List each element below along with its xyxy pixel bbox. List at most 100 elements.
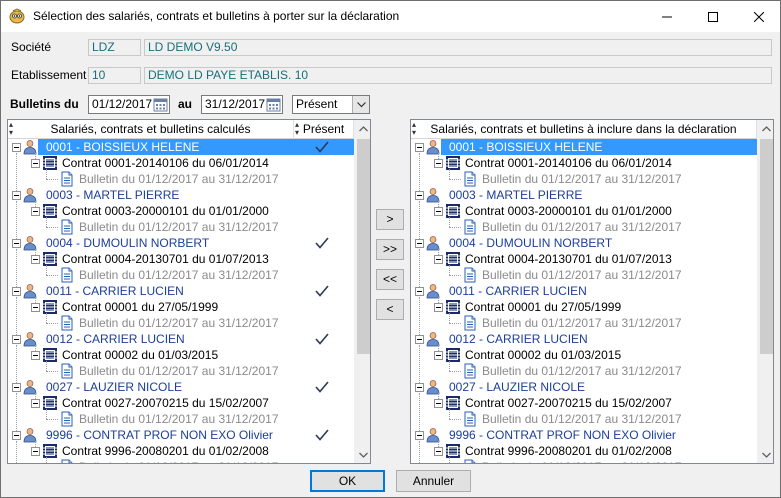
tree-connector bbox=[449, 179, 461, 180]
collapse-toggle[interactable] bbox=[434, 207, 443, 216]
employee-row[interactable]: 0003 - MARTEL PIERRE bbox=[8, 187, 354, 203]
scroll-thumb[interactable] bbox=[760, 139, 773, 354]
collapse-toggle[interactable] bbox=[31, 255, 40, 264]
contract-icon bbox=[42, 443, 58, 459]
contract-row[interactable]: Contrat 0001-20140106 du 06/01/2014 bbox=[8, 155, 354, 171]
etablissement-name-field: DEMO LD PAYE ETABLIS. 10 bbox=[144, 67, 772, 84]
collapse-toggle[interactable] bbox=[12, 239, 21, 248]
collapse-toggle[interactable] bbox=[31, 159, 40, 168]
cancel-button[interactable]: Annuler bbox=[396, 470, 471, 492]
maximize-button[interactable] bbox=[690, 1, 736, 32]
add-selected-button[interactable]: > bbox=[376, 209, 404, 230]
close-button[interactable] bbox=[736, 1, 781, 32]
collapse-toggle[interactable] bbox=[12, 335, 21, 344]
collapse-toggle[interactable] bbox=[434, 255, 443, 264]
date-from-value: 01/12/2017 bbox=[92, 97, 153, 111]
collapse-toggle[interactable] bbox=[31, 351, 40, 360]
date-from-field[interactable]: 01/12/2017 bbox=[88, 95, 170, 114]
employee-row[interactable]: 0003 - MARTEL PIERRE bbox=[411, 187, 757, 203]
contract-row[interactable]: Contrat 00002 du 01/03/2015 bbox=[8, 347, 354, 363]
collapse-toggle[interactable] bbox=[415, 335, 424, 344]
collapse-toggle[interactable] bbox=[434, 399, 443, 408]
filter-select[interactable]: Présent bbox=[292, 95, 370, 114]
sort-arrows-icon: ▴ ▾ bbox=[412, 120, 417, 137]
employee-row[interactable]: 0004 - DUMOULIN NORBERT bbox=[8, 235, 354, 251]
collapse-toggle[interactable] bbox=[415, 191, 424, 200]
contract-icon bbox=[445, 155, 461, 171]
contract-label: Contrat 0004-20130701 du 01/07/2013 bbox=[62, 252, 269, 266]
collapse-toggle[interactable] bbox=[12, 431, 21, 440]
date-to-value: 31/12/2017 bbox=[205, 97, 266, 111]
collapse-toggle[interactable] bbox=[31, 303, 40, 312]
contract-row[interactable]: Contrat 00002 du 01/03/2015 bbox=[411, 347, 757, 363]
scroll-up-icon[interactable] bbox=[355, 120, 370, 137]
collapse-toggle[interactable] bbox=[31, 207, 40, 216]
contract-row[interactable]: Contrat 0003-20000101 du 01/01/2000 bbox=[411, 203, 757, 219]
employee-row[interactable]: 9996 - CONTRAT PROF NON EXO Olivier bbox=[8, 427, 354, 443]
collapse-toggle[interactable] bbox=[434, 159, 443, 168]
calendar-icon[interactable] bbox=[266, 97, 281, 112]
remove-all-button[interactable]: << bbox=[376, 269, 404, 290]
calendar-icon[interactable] bbox=[153, 97, 168, 112]
collapse-toggle[interactable] bbox=[12, 383, 21, 392]
ok-button[interactable]: OK bbox=[310, 470, 385, 492]
add-all-button[interactable]: >> bbox=[376, 239, 404, 260]
employee-row[interactable]: 0011 - CARRIER LUCIEN bbox=[411, 283, 757, 299]
collapse-toggle[interactable] bbox=[415, 143, 424, 152]
contract-row[interactable]: Contrat 0004-20130701 du 01/07/2013 bbox=[8, 251, 354, 267]
tree-connector bbox=[438, 297, 439, 303]
collapse-toggle[interactable] bbox=[12, 143, 21, 152]
contract-row[interactable]: Contrat 0027-20070215 du 15/02/2007 bbox=[411, 395, 757, 411]
employee-row[interactable]: 0027 - LAUZIER NICOLE bbox=[8, 379, 354, 395]
minimize-button[interactable] bbox=[644, 1, 690, 32]
collapse-toggle[interactable] bbox=[415, 383, 424, 392]
column-header-declaration[interactable]: ▴ ▾ Salariés, contrats et bulletins à inc… bbox=[411, 120, 757, 139]
column-header-employees[interactable]: ▴ ▾ Salariés, contrats et bulletins calcu… bbox=[8, 120, 294, 139]
collapse-toggle[interactable] bbox=[434, 351, 443, 360]
contract-row[interactable]: Contrat 00001 du 27/05/1999 bbox=[411, 299, 757, 315]
chevron-down-icon[interactable] bbox=[352, 96, 369, 113]
collapse-toggle[interactable] bbox=[12, 191, 21, 200]
collapse-toggle[interactable] bbox=[31, 447, 40, 456]
remove-selected-button[interactable]: < bbox=[376, 299, 404, 320]
tree-connector bbox=[438, 441, 439, 447]
employee-row[interactable]: 0001 - BOISSIEUX HELENE bbox=[38, 139, 354, 155]
contract-row[interactable]: Contrat 9996-20080201 du 01/02/2008 bbox=[411, 443, 757, 459]
contract-row[interactable]: Contrat 0027-20070215 du 15/02/2007 bbox=[8, 395, 354, 411]
employee-row[interactable]: 0011 - CARRIER LUCIEN bbox=[8, 283, 354, 299]
collapse-toggle[interactable] bbox=[415, 287, 424, 296]
bulletin-label: Bulletin du 01/12/2017 au 31/12/2017 bbox=[79, 316, 279, 330]
column-header-present[interactable]: ▴ ▾ Présent bbox=[294, 120, 354, 139]
contract-row[interactable]: Contrat 00001 du 27/05/1999 bbox=[8, 299, 354, 315]
scroll-down-icon[interactable] bbox=[355, 446, 370, 463]
contract-row[interactable]: Contrat 0001-20140106 du 06/01/2014 bbox=[411, 155, 757, 171]
collapse-toggle[interactable] bbox=[31, 399, 40, 408]
collapse-toggle[interactable] bbox=[415, 431, 424, 440]
date-to-field[interactable]: 31/12/2017 bbox=[201, 95, 283, 114]
collapse-toggle[interactable] bbox=[415, 239, 424, 248]
declaration-tree-scrollbar[interactable] bbox=[757, 120, 773, 463]
employee-row[interactable]: 0012 - CARRIER LUCIEN bbox=[8, 331, 354, 347]
scroll-down-icon[interactable] bbox=[758, 446, 773, 463]
employee-name: 0001 - BOISSIEUX HELENE bbox=[449, 140, 603, 154]
collapse-toggle[interactable] bbox=[434, 447, 443, 456]
calculated-tree[interactable]: ▴ ▾ Salariés, contrats et bulletins calcu… bbox=[7, 119, 371, 464]
contract-row[interactable]: Contrat 0004-20130701 du 01/07/2013 bbox=[411, 251, 757, 267]
tree-connector bbox=[438, 345, 439, 351]
declaration-tree[interactable]: ▴ ▾ Salariés, contrats et bulletins à inc… bbox=[410, 119, 774, 464]
employee-row[interactable]: 0004 - DUMOULIN NORBERT bbox=[411, 235, 757, 251]
contract-row[interactable]: Contrat 0003-20000101 du 01/01/2000 bbox=[8, 203, 354, 219]
employee-row[interactable]: 0012 - CARRIER LUCIEN bbox=[411, 331, 757, 347]
employee-row[interactable]: 0027 - LAUZIER NICOLE bbox=[411, 379, 757, 395]
collapse-toggle[interactable] bbox=[12, 287, 21, 296]
calculated-tree-scrollbar[interactable] bbox=[354, 120, 370, 463]
contract-row[interactable]: Contrat 9996-20080201 du 01/02/2008 bbox=[8, 443, 354, 459]
employee-row[interactable]: 9996 - CONTRAT PROF NON EXO Olivier bbox=[411, 427, 757, 443]
scroll-up-icon[interactable] bbox=[758, 120, 773, 137]
collapse-toggle[interactable] bbox=[434, 303, 443, 312]
tree-connector bbox=[35, 297, 36, 303]
scroll-thumb[interactable] bbox=[357, 139, 370, 354]
employee-name: 0004 - DUMOULIN NORBERT bbox=[46, 236, 210, 250]
bulletin-label: Bulletin du 01/12/2017 au 31/12/2017 bbox=[482, 412, 682, 426]
employee-row[interactable]: 0001 - BOISSIEUX HELENE bbox=[441, 139, 757, 155]
